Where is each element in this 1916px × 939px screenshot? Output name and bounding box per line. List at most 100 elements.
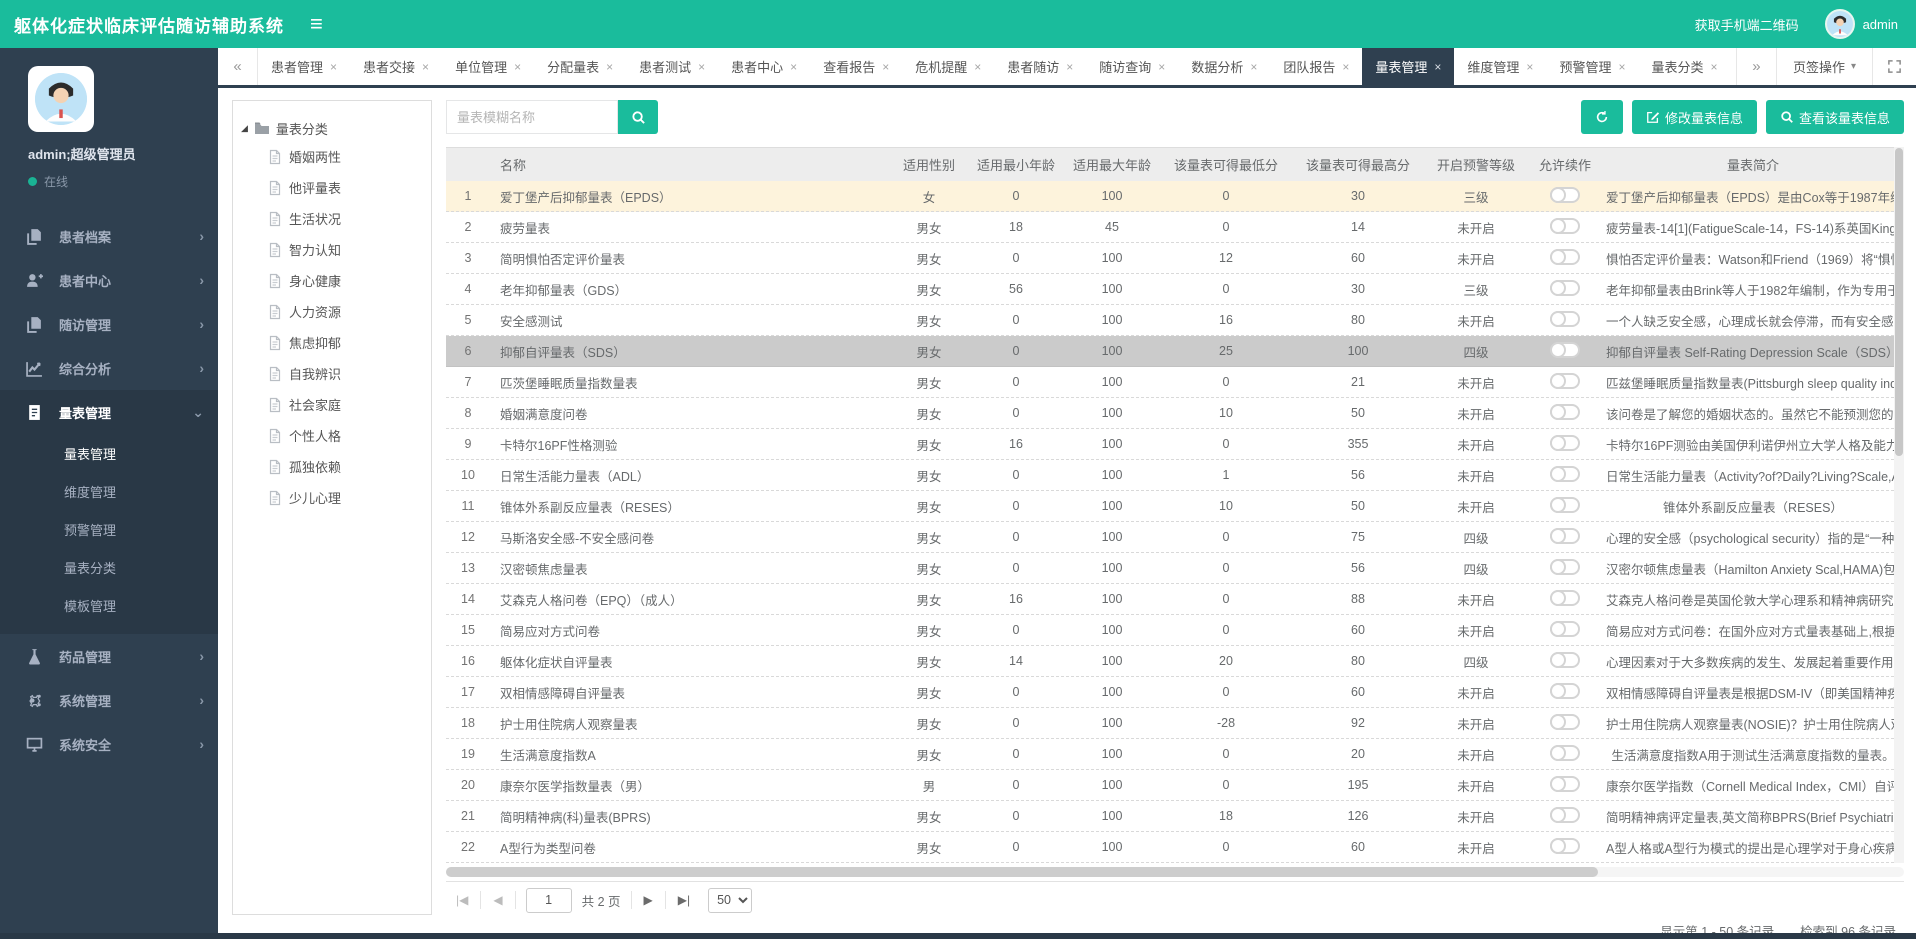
tab-close-icon[interactable]: × (698, 60, 705, 74)
tree-item-焦虑抑郁[interactable]: 焦虑抑郁 (241, 327, 423, 358)
search-input[interactable] (446, 100, 618, 134)
table-row[interactable]: 16躯体化症状自评量表男女141002080四级心理因素对于大多数疾病的发生、发… (446, 646, 1904, 677)
table-row[interactable]: 3简明惧怕否定评价量表男女01001260未开启惧怕否定评价量表：Watson和… (446, 243, 1904, 274)
hamburger-icon[interactable]: ≡ (310, 13, 323, 35)
tab-close-icon[interactable]: × (974, 60, 981, 74)
last-page-button[interactable]: ▶| (672, 891, 696, 909)
column-header-该量表可得最高分[interactable]: 该量表可得最高分 (1292, 155, 1424, 174)
tab-量表分类[interactable]: 量表分类× (1638, 48, 1730, 85)
tab-close-icon[interactable]: × (1066, 60, 1073, 74)
column-header-适用性别[interactable]: 适用性别 (890, 155, 968, 174)
tree-item-他评量表[interactable]: 他评量表 (241, 172, 423, 203)
tab-close-icon[interactable]: × (882, 60, 889, 74)
tab-close-icon[interactable]: × (1434, 60, 1441, 74)
tab-close-icon[interactable]: × (790, 60, 797, 74)
tree-root-node[interactable]: ◢ 量表分类 (241, 115, 423, 141)
table-row[interactable]: 13汉密顿焦虑量表男女0100056四级汉密尔顿焦虑量表（Hamilton An… (446, 553, 1904, 584)
search-button[interactable] (618, 100, 658, 134)
tab-close-icon[interactable]: × (1710, 60, 1717, 74)
allow-continue-toggle[interactable] (1550, 776, 1580, 792)
table-row[interactable]: 18护士用住院病人观察量表男女0100-2892未开启护士用住院病人观察量表(N… (446, 708, 1904, 739)
table-row[interactable]: 14艾森克人格问卷（EPQ）（成人）男女16100088未开启艾森克人格问卷是英… (446, 584, 1904, 615)
sidebar-subitem-维度管理[interactable]: 维度管理 (0, 474, 218, 512)
sidebar-item-药品管理[interactable]: 药品管理› (0, 634, 218, 678)
vertical-scrollbar[interactable] (1894, 147, 1904, 863)
tree-expander-icon[interactable]: ◢ (241, 123, 248, 134)
tree-item-少儿心理[interactable]: 少儿心理 (241, 482, 423, 513)
page-size-select[interactable]: 50 (708, 888, 752, 913)
table-row[interactable]: 5安全感测试男女01001680未开启一个人缺乏安全感，心理成长就会停滞，而有安… (446, 305, 1904, 336)
tab-量表管理[interactable]: 量表管理× (1362, 48, 1454, 85)
column-header-量表简介[interactable]: 量表简介 (1602, 155, 1904, 174)
tab-close-icon[interactable]: × (1250, 60, 1257, 74)
user-avatar[interactable] (1825, 9, 1855, 39)
allow-continue-toggle[interactable] (1550, 311, 1580, 327)
tab-随访查询[interactable]: 随访查询× (1086, 48, 1178, 85)
sidebar-subitem-量表管理[interactable]: 量表管理 (0, 436, 218, 474)
tab-患者管理[interactable]: 患者管理× (258, 48, 350, 85)
column-header-名称[interactable]: 名称 (490, 155, 890, 174)
column-header-该量表可得最低分[interactable]: 该量表可得最低分 (1160, 155, 1292, 174)
column-header-适用最小年龄[interactable]: 适用最小年龄 (968, 155, 1064, 174)
table-row[interactable]: 21简明精神病(科)量表(BPRS)男女010018126未开启简明精神病评定量… (446, 801, 1904, 832)
edit-scale-button[interactable]: 修改量表信息 (1632, 100, 1757, 134)
tabs-scroll-right-icon[interactable]: » (1736, 48, 1776, 85)
column-header-允许续作[interactable]: 允许续作 (1528, 155, 1602, 174)
tree-item-生活状况[interactable]: 生活状况 (241, 203, 423, 234)
sidebar-item-患者档案[interactable]: 患者档案› (0, 214, 218, 258)
table-row[interactable]: 4老年抑郁量表（GDS）男女56100030三级老年抑郁量表由Brink等人于1… (446, 274, 1904, 305)
tab-单位管理[interactable]: 单位管理× (442, 48, 534, 85)
tab-close-icon[interactable]: × (422, 60, 429, 74)
tree-item-人力资源[interactable]: 人力资源 (241, 296, 423, 327)
tab-维度管理[interactable]: 维度管理× (1454, 48, 1546, 85)
table-row[interactable]: 1爱丁堡产后抑郁量表（EPDS）女0100030三级爱丁堡产后抑郁量表（EPDS… (446, 181, 1904, 212)
tab-close-icon[interactable]: × (606, 60, 613, 74)
sidebar-item-量表管理[interactable]: 量表管理⌄ (0, 390, 218, 434)
tree-item-个性人格[interactable]: 个性人格 (241, 420, 423, 451)
tree-item-身心健康[interactable]: 身心健康 (241, 265, 423, 296)
tab-患者随访[interactable]: 患者随访× (994, 48, 1086, 85)
get-qrcode-link[interactable]: 获取手机端二维码 (1695, 15, 1799, 34)
tree-item-社会家庭[interactable]: 社会家庭 (241, 389, 423, 420)
next-page-button[interactable]: ▶ (638, 891, 659, 909)
allow-continue-toggle[interactable] (1550, 683, 1580, 699)
table-row[interactable]: 11锥体外系副反应量表（RESES）男女01001050未开启锥体外系副反应量表… (446, 491, 1904, 522)
allow-continue-toggle[interactable] (1550, 652, 1580, 668)
refresh-button[interactable] (1581, 100, 1623, 134)
allow-continue-toggle[interactable] (1550, 497, 1580, 513)
tab-分配量表[interactable]: 分配量表× (534, 48, 626, 85)
tab-查看报告[interactable]: 查看报告× (810, 48, 902, 85)
sidebar-item-综合分析[interactable]: 综合分析› (0, 346, 218, 390)
sidebar-subitem-量表分类[interactable]: 量表分类 (0, 550, 218, 588)
sidebar-subitem-预警管理[interactable]: 预警管理 (0, 512, 218, 550)
table-row[interactable]: 19生活满意度指数A男女0100020未开启生活满意度指数A用于测试生活满意度指… (446, 739, 1904, 770)
table-row[interactable]: 6抑郁自评量表（SDS）男女010025100四级抑郁自评量表 Self-Rat… (446, 336, 1904, 367)
tree-item-婚姻两性[interactable]: 婚姻两性 (241, 141, 423, 172)
tab-close-icon[interactable]: × (514, 60, 521, 74)
tab-团队报告[interactable]: 团队报告× (1270, 48, 1362, 85)
fullscreen-toggle[interactable] (1872, 48, 1916, 85)
sidebar-item-系统安全[interactable]: 系统安全› (0, 722, 218, 766)
tab-危机提醒[interactable]: 危机提醒× (902, 48, 994, 85)
table-row[interactable]: 20康奈尔医学指数量表（男）男01000195未开启康奈尔医学指数（Cornel… (446, 770, 1904, 801)
allow-continue-toggle[interactable] (1550, 621, 1580, 637)
table-row[interactable]: 8婚姻满意度问卷男女01001050未开启该问卷是了解您的婚姻状态的。虽然它不能… (446, 398, 1904, 429)
column-header-适用最大年龄[interactable]: 适用最大年龄 (1064, 155, 1160, 174)
tab-close-icon[interactable]: × (330, 60, 337, 74)
table-row[interactable]: 22A型行为类型问卷男女0100060未开启A型人格或A型行为模式的提出是心理学… (446, 832, 1904, 863)
allow-continue-toggle[interactable] (1550, 187, 1580, 203)
allow-continue-toggle[interactable] (1550, 745, 1580, 761)
sidebar-item-随访管理[interactable]: 随访管理› (0, 302, 218, 346)
table-row[interactable]: 15简易应对方式问卷男女0100060未开启简易应对方式问卷：在国外应对方式量表… (446, 615, 1904, 646)
tab-close-icon[interactable]: × (1526, 60, 1533, 74)
sidebar-item-患者中心[interactable]: 患者中心› (0, 258, 218, 302)
allow-continue-toggle[interactable] (1550, 559, 1580, 575)
table-row[interactable]: 10日常生活能力量表（ADL）男女0100156未开启日常生活能力量表（Acti… (446, 460, 1904, 491)
tab-close-icon[interactable]: × (1618, 60, 1625, 74)
page-number-input[interactable] (526, 888, 572, 913)
tab-close-icon[interactable]: × (1158, 60, 1165, 74)
allow-continue-toggle[interactable] (1550, 280, 1580, 296)
table-row[interactable]: 12马斯洛安全感-不安全感问卷男女0100075四级心理的安全感（psychol… (446, 522, 1904, 553)
allow-continue-toggle[interactable] (1550, 714, 1580, 730)
column-header-开启预警等级[interactable]: 开启预警等级 (1424, 155, 1528, 174)
